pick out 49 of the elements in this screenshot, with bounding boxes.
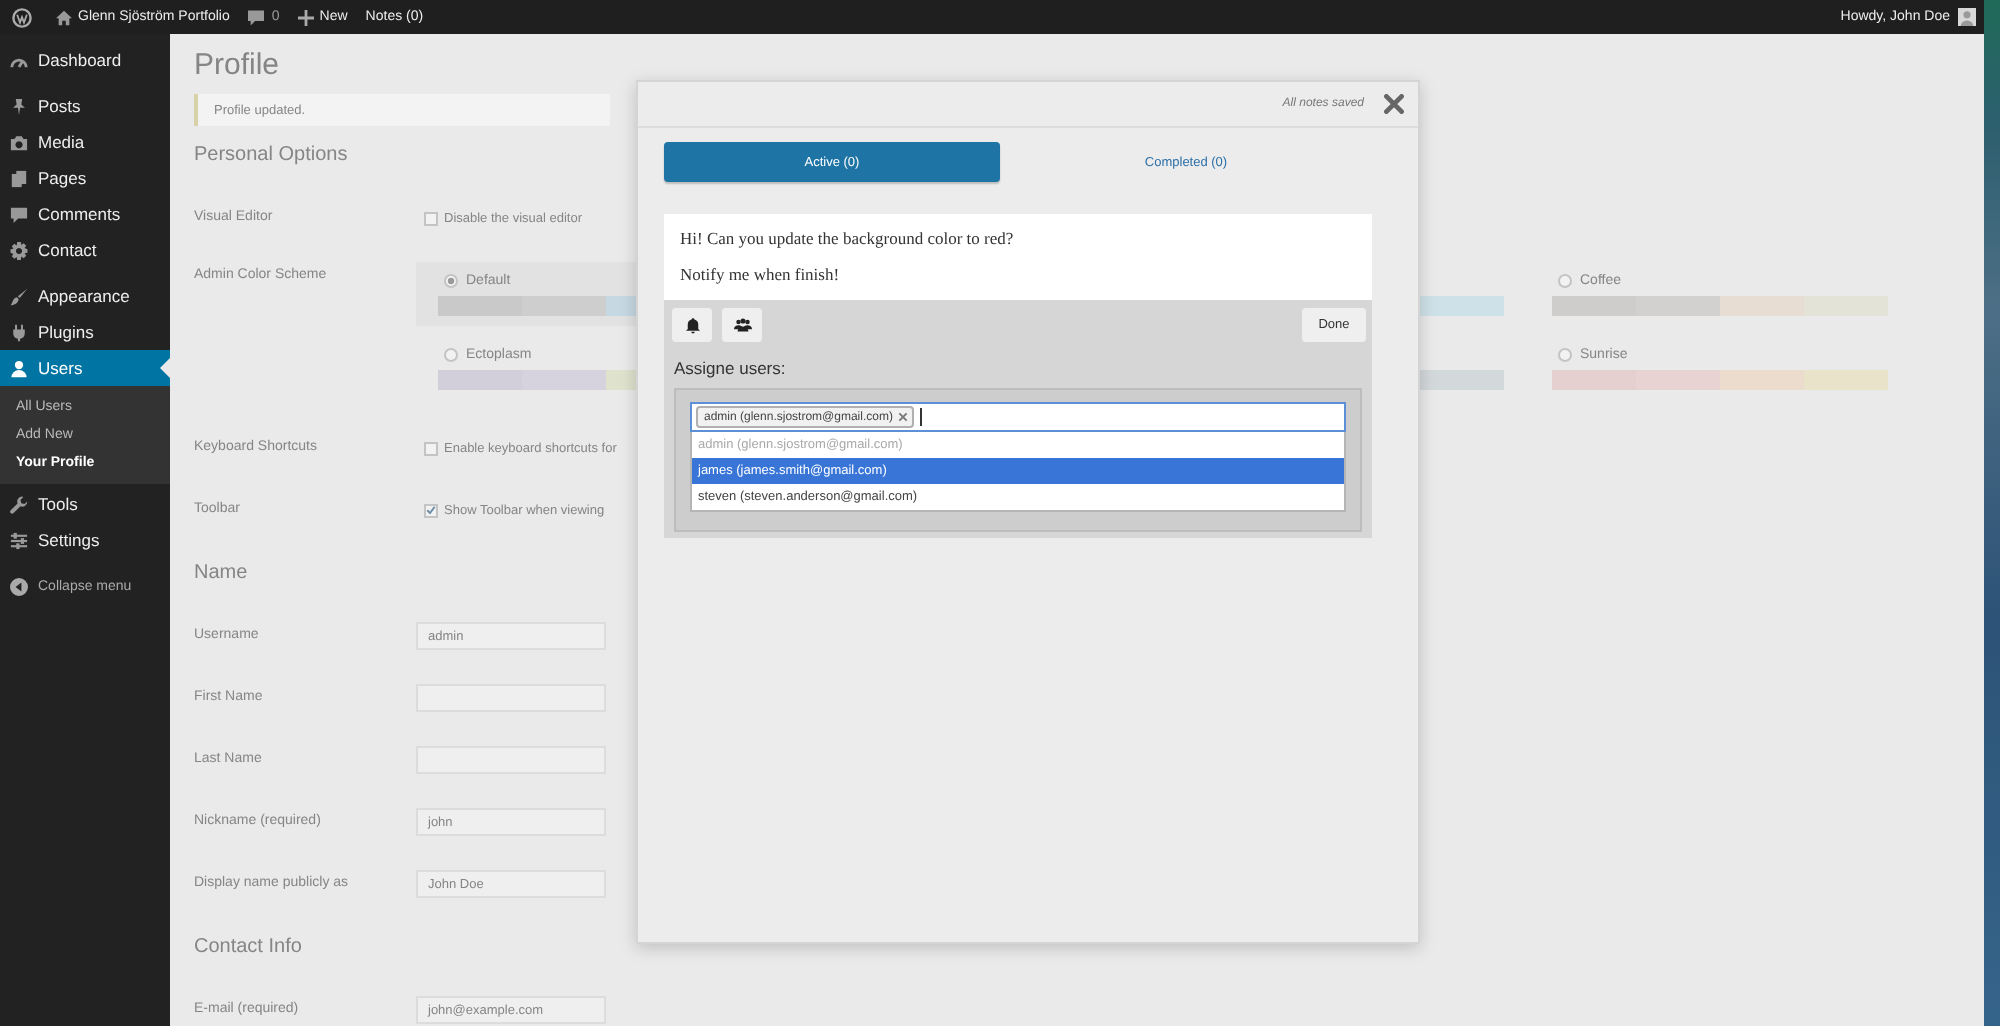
note-text: Hi! Can you update the background color to red? bbox=[680, 226, 1014, 252]
gear-icon bbox=[10, 241, 28, 259]
sidebar-item[interactable]: Comments bbox=[0, 196, 170, 232]
sidebar-item[interactable]: Dashboard bbox=[0, 42, 170, 78]
speech-bubble-icon bbox=[247, 9, 264, 25]
sliders-icon bbox=[10, 531, 28, 549]
radio-button[interactable] bbox=[1558, 347, 1572, 361]
section-heading: Contact Info bbox=[194, 934, 302, 962]
brush-icon bbox=[10, 287, 28, 305]
group-icon bbox=[733, 318, 751, 332]
section-heading: Name bbox=[194, 560, 248, 588]
remove-icon[interactable] bbox=[898, 412, 909, 422]
sidebar-item[interactable]: Plugins bbox=[0, 314, 170, 350]
radio-button[interactable] bbox=[444, 273, 458, 287]
sidebar-item[interactable]: Settings bbox=[0, 522, 170, 558]
radio-button[interactable] bbox=[444, 347, 458, 361]
note-text: Notify me when finish! bbox=[680, 262, 840, 288]
sidebar-item[interactable]: Tools bbox=[0, 486, 170, 522]
speech-bubble-icon bbox=[10, 205, 28, 223]
collapse-icon bbox=[10, 577, 28, 595]
text-cursor bbox=[920, 408, 923, 426]
notify-button[interactable] bbox=[672, 308, 712, 342]
sidebar-item[interactable]: Pages bbox=[0, 160, 170, 196]
bell-icon bbox=[685, 317, 699, 333]
checkbox[interactable] bbox=[424, 503, 438, 517]
section-heading: Personal Options bbox=[194, 142, 348, 170]
page-title: Profile bbox=[194, 48, 280, 84]
close-button[interactable] bbox=[1384, 94, 1404, 114]
sidebar-item[interactable]: Media bbox=[0, 124, 170, 160]
user-icon bbox=[10, 359, 28, 377]
sidebar-item[interactable]: Contact bbox=[0, 232, 170, 268]
pin-icon bbox=[10, 97, 28, 115]
sidebar-item[interactable]: Users bbox=[0, 350, 170, 386]
checkbox[interactable] bbox=[424, 441, 438, 455]
assign-heading: Assigne users: bbox=[674, 356, 786, 380]
documents-icon bbox=[10, 169, 28, 187]
home-icon bbox=[56, 9, 72, 25]
checkbox[interactable] bbox=[424, 211, 438, 225]
radio-button[interactable] bbox=[1558, 273, 1572, 287]
wrench-icon bbox=[10, 495, 28, 513]
plus-icon bbox=[297, 9, 314, 25]
sidebar-item[interactable]: Posts bbox=[0, 88, 170, 124]
sidebar-item[interactable]: Appearance bbox=[0, 278, 170, 314]
plug-icon bbox=[10, 323, 28, 341]
camera-icon bbox=[10, 133, 28, 151]
assign-users-button[interactable] bbox=[722, 308, 762, 342]
avatar-icon bbox=[1958, 8, 1976, 26]
close-icon bbox=[1384, 94, 1404, 114]
logo-icon[interactable] bbox=[12, 7, 32, 27]
